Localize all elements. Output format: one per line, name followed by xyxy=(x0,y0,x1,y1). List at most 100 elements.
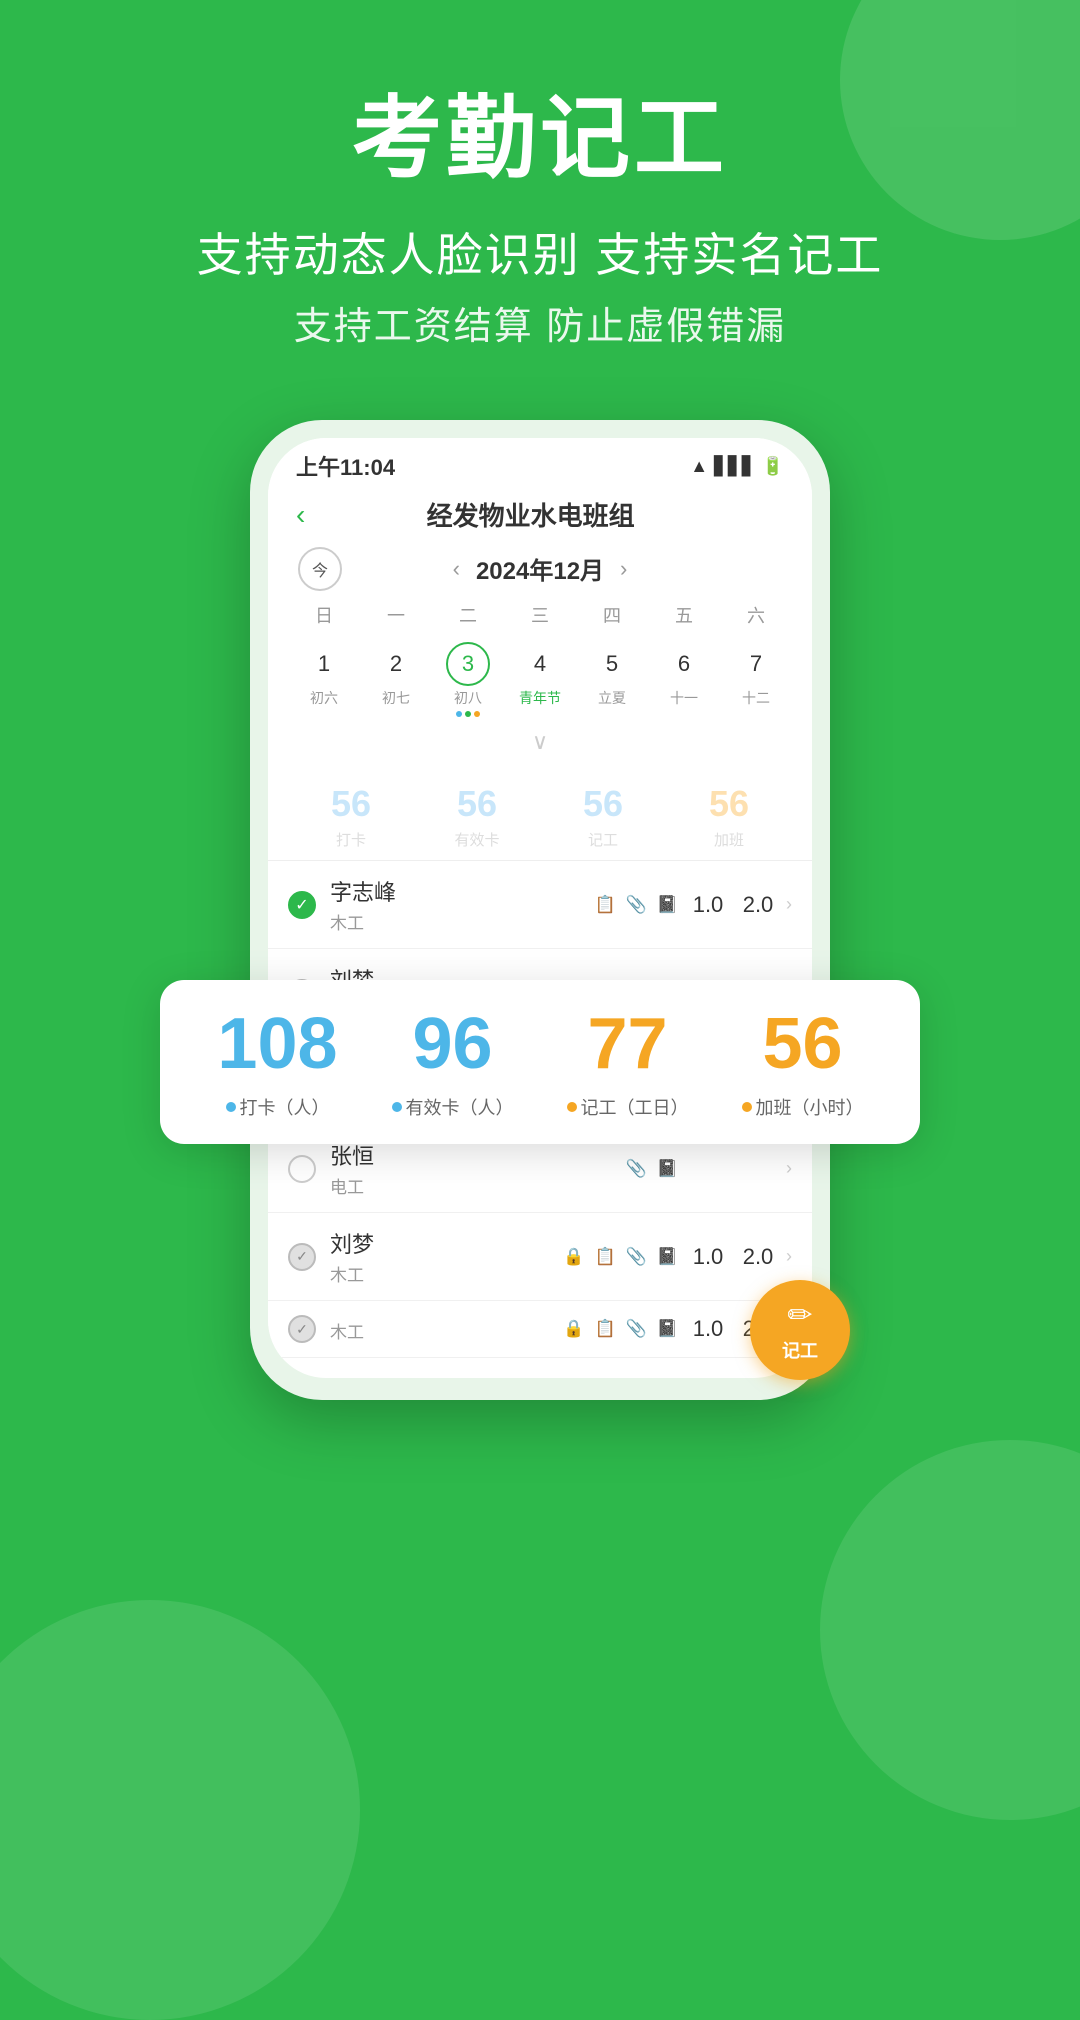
today-button[interactable]: 今 xyxy=(298,547,342,591)
cal-day-lunar: 十二 xyxy=(742,688,770,708)
stat-label-valid-text: 有效卡（人） xyxy=(406,1094,514,1120)
worker-overtime-5: 2.0 xyxy=(738,1244,778,1270)
day-header-mon: 一 xyxy=(360,598,432,632)
cal-day-5[interactable]: 5 立夏 xyxy=(576,636,648,723)
record-fab-button[interactable]: ✏ 记工 xyxy=(750,1280,850,1380)
cal-day-2[interactable]: 2 初七 xyxy=(360,636,432,723)
wifi-icon: ▲ xyxy=(690,456,708,477)
worker-type-5: 木工 xyxy=(330,1261,555,1286)
worker-type-1: 木工 xyxy=(330,909,586,934)
checkmark-icon: ✓ xyxy=(295,895,308,915)
note-icon: 📓 xyxy=(657,895,678,915)
stat-label-punch-text: 打卡（人） xyxy=(240,1094,330,1120)
worker-icons-6: 🔒 📋 📎 📓 xyxy=(563,1319,678,1339)
attachment-icon: 📎 xyxy=(626,1159,647,1179)
worker-days-6: 1.0 xyxy=(688,1316,728,1342)
cal-day-7[interactable]: 7 十二 xyxy=(720,636,792,723)
cal-day-3[interactable]: 3 初八 xyxy=(432,636,504,723)
cal-prev-button[interactable]: ‹ xyxy=(453,556,460,582)
worker-item-1[interactable]: ✓ 字志峰 木工 📋 📎 📓 1.0 2.0 › xyxy=(268,861,812,949)
day-header-sat: 六 xyxy=(720,598,792,632)
worker-info-5: 刘梦 木工 xyxy=(330,1227,555,1286)
worker-name-5: 刘梦 xyxy=(330,1227,555,1259)
calendar-header: 今 ‹ 2024年12月 › xyxy=(288,543,792,594)
dot-punch xyxy=(226,1102,236,1112)
stat-bg-56: 56 xyxy=(288,783,414,825)
cal-month-label: 2024年12月 xyxy=(476,551,604,586)
status-time: 上午11:04 xyxy=(296,450,395,482)
stats-bg: 56 56 56 56 xyxy=(268,769,812,825)
lock-icon: 🔒 xyxy=(563,1319,584,1339)
cal-day-lunar: 十一 xyxy=(670,688,698,708)
calendar-area: 今 ‹ 2024年12月 › 日 一 二 三 四 五 六 xyxy=(268,543,812,769)
dot-blue xyxy=(456,711,462,717)
dot-orange xyxy=(474,711,480,717)
dot-overtime xyxy=(742,1102,752,1112)
cal-day-lunar-festival: 青年节 xyxy=(519,688,561,708)
nav-bar: ‹ 经发物业水电班组 xyxy=(268,488,812,543)
cal-day-num: 2 xyxy=(374,642,418,686)
worker-info-1: 字志峰 木工 xyxy=(330,875,586,934)
cal-day-num: 1 xyxy=(302,642,346,686)
cal-day-lunar: 初六 xyxy=(310,688,338,708)
dot-work xyxy=(567,1102,577,1112)
worker-info-6: 木工 xyxy=(330,1316,555,1343)
day-header-tue: 二 xyxy=(432,598,504,632)
back-button[interactable]: ‹ xyxy=(296,499,305,531)
half-check-icon: ✓ xyxy=(296,1248,308,1265)
stats-labels-bg: 打卡 有效卡 记工 加班 xyxy=(268,825,812,861)
stats-labels: 打卡（人） 有效卡（人） 记工（工日） 加班（小时） xyxy=(190,1094,890,1120)
phone-wrapper: 上午11:04 ▲ ▋▋▋ 🔋 ‹ 经发物业水电班组 xyxy=(0,420,1080,1400)
worker-check-5[interactable]: ✓ xyxy=(288,1243,316,1271)
cal-day-lunar: 初八 xyxy=(454,688,482,708)
worker-icons-4: 📎 📓 xyxy=(626,1159,678,1179)
phone-inner: 上午11:04 ▲ ▋▋▋ 🔋 ‹ 经发物业水电班组 xyxy=(268,438,812,1378)
subtitle-line1: 支持动态人脸识别 支持实名记工 xyxy=(0,219,1080,285)
cal-day-4[interactable]: 4 青年节 xyxy=(504,636,576,723)
stat-bg-56d: 56 xyxy=(666,783,792,825)
worker-item-6[interactable]: ✓ 木工 🔒 📋 📎 📓 1.0 2.0 › xyxy=(268,1301,812,1358)
stat-label-bg3: 记工 xyxy=(540,829,666,850)
stat-bg-56c: 56 xyxy=(540,783,666,825)
worker-info-4: 张恒 电工 xyxy=(330,1139,618,1198)
cal-day-num: 4 xyxy=(518,642,562,686)
cal-day-num: 7 xyxy=(734,642,778,686)
qr-button[interactable] xyxy=(756,501,784,529)
cal-day-1[interactable]: 1 初六 xyxy=(288,636,360,723)
stat-label-overtime-text: 加班（小时） xyxy=(756,1094,864,1120)
cal-day-lunar: 初七 xyxy=(382,688,410,708)
cal-day-num: 6 xyxy=(662,642,706,686)
worker-name-1: 字志峰 xyxy=(330,875,586,907)
page-title: 考勤记工 xyxy=(0,90,1080,189)
stat-label-overtime: 加班（小时） xyxy=(715,1094,890,1120)
cal-next-button[interactable]: › xyxy=(620,556,627,582)
attachment-icon: 📎 xyxy=(626,895,647,915)
dot-green xyxy=(465,711,471,717)
day-header-thu: 四 xyxy=(576,598,648,632)
cal-day-num-today: 3 xyxy=(446,642,490,686)
cal-expand-chevron[interactable]: ∨ xyxy=(288,723,792,761)
cal-day-6[interactable]: 6 十一 xyxy=(648,636,720,723)
worker-arrow-1: › xyxy=(786,894,792,915)
stat-label-bg1: 打卡 xyxy=(288,829,414,850)
worker-check-6[interactable]: ✓ xyxy=(288,1315,316,1343)
worker-check-1[interactable]: ✓ xyxy=(288,891,316,919)
bg-decoration-bottom-left xyxy=(0,1600,360,2020)
bg-decoration-bottom-right xyxy=(820,1440,1080,1820)
stat-work-days: 77 xyxy=(540,1008,715,1080)
stat-label-work: 记工（工日） xyxy=(540,1094,715,1120)
stats-numbers: 108 96 77 56 xyxy=(190,1008,890,1080)
cal-day-lunar: 立夏 xyxy=(598,688,626,708)
attachment-icon: 📎 xyxy=(626,1247,647,1267)
note-icon: 📓 xyxy=(657,1159,678,1179)
stat-punch-count: 108 xyxy=(190,1008,365,1080)
signal-icon: ▋▋▋ xyxy=(714,456,756,477)
worker-item-5[interactable]: ✓ 刘梦 木工 🔒 📋 📎 📓 1.0 2.0 › xyxy=(268,1213,812,1301)
stat-label-valid: 有效卡（人） xyxy=(365,1094,540,1120)
worker-type-4: 电工 xyxy=(330,1173,618,1198)
note-icon: 📓 xyxy=(657,1319,678,1339)
worker-days-5: 1.0 xyxy=(688,1244,728,1270)
stat-valid-count: 96 xyxy=(365,1008,540,1080)
calendar-icon: 📋 xyxy=(594,895,615,915)
worker-check-4[interactable] xyxy=(288,1155,316,1183)
